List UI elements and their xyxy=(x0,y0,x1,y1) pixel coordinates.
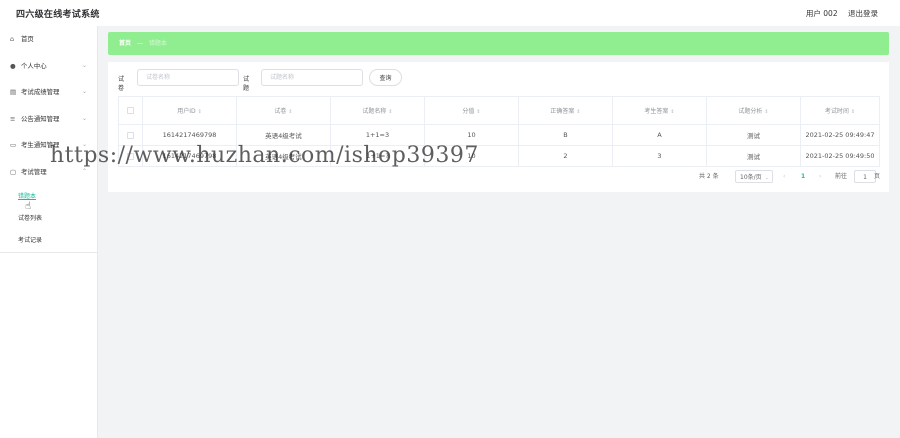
pagination: 共 2 条 10条/页 ⌄ ‹ 1 › 前往 1 页 xyxy=(679,170,881,184)
table-cell: 1+1=? xyxy=(330,145,425,167)
question-search-input[interactable] xyxy=(261,69,363,86)
sidebar: ⌂ 首页 ● 个人中心 ⌄ ▤ 考试成绩管理 ⌄ ≡ 公告通知管理 ⌄ ▭ 考生… xyxy=(0,26,98,438)
chevron-up-icon: ⌃ xyxy=(81,167,87,175)
page-number-current[interactable]: 1 xyxy=(801,170,805,184)
breadcrumb-home[interactable]: 首页 xyxy=(119,40,131,47)
column-header[interactable]: 考试时间 ⇕ xyxy=(800,96,880,125)
column-header[interactable]: 用户ID ⇕ xyxy=(142,96,237,125)
table-cell: 3 xyxy=(612,145,707,167)
pagination-total: 共 2 条 xyxy=(699,173,719,180)
logout-link[interactable]: 退出登录 xyxy=(848,9,878,18)
sort-icon[interactable]: ⇕ xyxy=(576,109,580,115)
sort-icon[interactable]: ⇕ xyxy=(288,109,292,115)
table-cell: 2 xyxy=(518,145,613,167)
list-icon: ≡ xyxy=(10,114,16,123)
question-label: 试题 xyxy=(243,76,250,92)
sidebar-item-exam-management[interactable]: ▢ 考试管理 ⌃ xyxy=(0,159,97,186)
top-right-links: 用户 002 退出登录 xyxy=(798,8,878,19)
sidebar-item-announcement-management[interactable]: ≡ 公告通知管理 ⌄ xyxy=(0,106,97,133)
page-size-select[interactable]: 10条/页 ⌄ xyxy=(735,170,773,183)
sort-icon[interactable]: ⇕ xyxy=(851,109,855,115)
table-cell: 1+1=3 xyxy=(330,124,425,146)
row-checkbox[interactable] xyxy=(127,131,134,139)
app-title: 四六级在线考试系统 xyxy=(16,10,100,20)
table-cell: B xyxy=(518,124,613,146)
paper-search-input[interactable] xyxy=(137,69,239,86)
prev-page-icon[interactable]: ‹ xyxy=(783,170,785,184)
breadcrumb-separator: — xyxy=(136,40,143,47)
table-header-row: 用户ID ⇕ 试卷 ⇕ 试题名称 ⇕ 分值 ⇕ 正确答案 ⇕ 考生答案 ⇕ 试题分析 ⇕ 考试… xyxy=(118,96,880,125)
table-row[interactable]: 1614217469798 英语4级考试 1+1=? 10 2 3 测试 202… xyxy=(118,145,880,167)
column-header[interactable]: 分值 ⇕ xyxy=(424,96,519,125)
row-select-cell[interactable] xyxy=(118,145,143,167)
document-icon: ▢ xyxy=(10,167,17,176)
main-panel: 试卷 试题 查询 用户ID⇕ 试卷⇕ 试题名称⇕ 分值⇕ 正确答案⇕ 考生答案⇕… xyxy=(108,62,889,192)
table-cell: 2021-02-25 09:49:50 xyxy=(800,145,880,167)
table-cell: A xyxy=(612,124,707,146)
breadcrumb: 首页 — 错题本 xyxy=(108,32,889,55)
submenu-item-paper-list[interactable]: 试卷列表 xyxy=(0,208,97,230)
top-bar: 四六级在线考试系统 用户 002 退出登录 xyxy=(0,0,900,26)
table-cell: 10 xyxy=(424,124,519,146)
page-suffix: 页 xyxy=(874,173,881,180)
sidebar-item-personal-center[interactable]: ● 个人中心 ⌄ xyxy=(0,53,97,80)
sidebar-item-student-notice-management[interactable]: ▭ 考生通知管理 ⌄ xyxy=(0,132,97,159)
search-button[interactable]: 查询 xyxy=(369,69,402,86)
table-cell: 英语4级考试 xyxy=(236,124,331,146)
sidebar-item-label: 公告通知管理 xyxy=(21,114,60,123)
column-header[interactable]: 正确答案 ⇕ xyxy=(518,96,613,125)
table-cell: 1614217469798 xyxy=(142,145,237,167)
chevron-down-icon: ⌄ xyxy=(81,141,87,149)
column-header[interactable]: 试题名称 ⇕ xyxy=(330,96,425,125)
sidebar-item-label: 考试成绩管理 xyxy=(21,88,60,97)
wrong-questions-table: 用户ID ⇕ 试卷 ⇕ 试题名称 ⇕ 分值 ⇕ 正确答案 ⇕ 考生答案 ⇕ 试题分析 ⇕ 考试… xyxy=(118,96,880,167)
submenu-item-label: 考试记录 xyxy=(18,236,43,244)
next-page-icon[interactable]: › xyxy=(819,170,821,184)
chevron-down-icon: ⌄ xyxy=(81,88,87,96)
table-cell: 1614217469798 xyxy=(142,124,237,146)
sort-icon[interactable]: ⇕ xyxy=(670,109,674,115)
row-select-cell[interactable] xyxy=(118,124,143,146)
user-icon: ● xyxy=(10,61,16,70)
table-cell: 英语4级考试 xyxy=(236,145,331,167)
submenu-item-wrong-questions[interactable]: 错题本 ☝ xyxy=(0,186,97,212)
select-all-checkbox[interactable] xyxy=(127,107,134,114)
table-cell: 10 xyxy=(424,145,519,167)
sidebar-item-label: 考生通知管理 xyxy=(21,141,60,150)
exam-submenu: 错题本 ☝ 试卷列表 考试记录 xyxy=(0,186,97,253)
select-all-cell[interactable] xyxy=(118,96,143,125)
sidebar-item-label: 考试管理 xyxy=(21,167,47,176)
home-icon: ⌂ xyxy=(10,35,15,43)
submenu-item-exam-records[interactable]: 考试记录 xyxy=(0,230,97,252)
chevron-down-icon: ⌄ xyxy=(81,61,87,69)
submenu-item-label: 试卷列表 xyxy=(18,214,43,222)
sidebar-item-label: 首页 xyxy=(21,35,34,43)
column-header[interactable]: 试卷 ⇕ xyxy=(236,96,331,125)
table-cell: 测试 xyxy=(706,145,801,167)
table-row[interactable]: 1614217469798 英语4级考试 1+1=3 10 B A 测试 202… xyxy=(118,124,880,146)
chevron-down-icon: ⌄ xyxy=(764,175,769,181)
table-cell: 测试 xyxy=(706,124,801,146)
goto-label: 前往 xyxy=(835,173,848,180)
table-icon: ▤ xyxy=(10,88,17,97)
user-label[interactable]: 用户 002 xyxy=(806,9,838,18)
goto-page-input[interactable]: 1 xyxy=(854,170,876,183)
column-header[interactable]: 试题分析 ⇕ xyxy=(706,96,801,125)
column-header[interactable]: 考生答案 ⇕ xyxy=(612,96,707,125)
sort-icon[interactable]: ⇕ xyxy=(764,109,768,115)
breadcrumb-current: 错题本 xyxy=(148,40,167,47)
chevron-down-icon: ⌄ xyxy=(81,114,87,122)
sidebar-item-score-management[interactable]: ▤ 考试成绩管理 ⌄ xyxy=(0,79,97,106)
sort-icon[interactable]: ⇕ xyxy=(476,109,480,115)
table-cell: 2021-02-25 09:49:47 xyxy=(800,124,880,146)
paper-label: 试卷 xyxy=(118,76,125,92)
sort-icon[interactable]: ⇕ xyxy=(198,109,202,115)
sort-icon[interactable]: ⇕ xyxy=(388,109,392,115)
message-icon: ▭ xyxy=(10,141,17,150)
page-size-value: 10条/页 xyxy=(740,174,762,181)
sidebar-item-label: 个人中心 xyxy=(21,61,47,70)
sidebar-item-home[interactable]: ⌂ 首页 xyxy=(0,26,97,53)
row-checkbox[interactable] xyxy=(127,152,134,160)
